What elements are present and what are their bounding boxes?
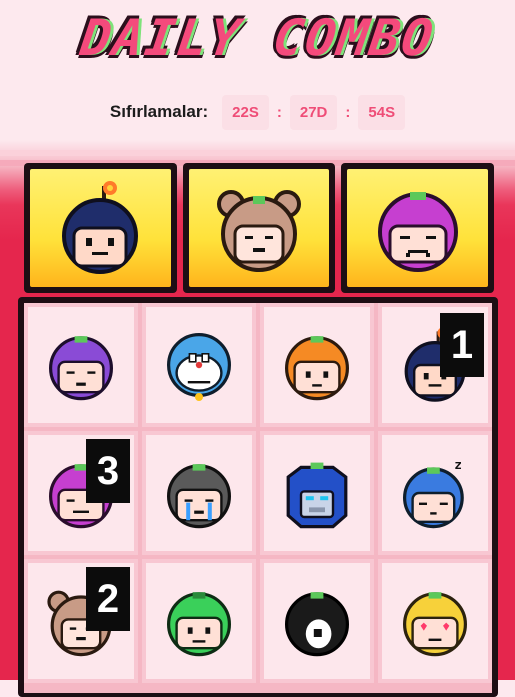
navy-bomb-head-icon <box>62 181 139 274</box>
grid-cell[interactable] <box>260 431 374 555</box>
page-title: DAILY COMBO <box>76 9 439 67</box>
page-title-banner: DAILY COMBO <box>0 4 515 72</box>
combo-slot-2[interactable] <box>182 163 336 293</box>
grid-cell[interactable] <box>260 303 374 427</box>
bear-hood-head-icon <box>217 190 301 272</box>
reset-timer: Sıfırlamalar: 22S : 27D : 54S <box>0 94 515 130</box>
grid-cell[interactable] <box>142 559 256 683</box>
grid-cell[interactable] <box>142 431 256 555</box>
timer-separator: : <box>345 103 351 121</box>
order-badge: 3 <box>86 439 130 503</box>
svg-text:z: z <box>454 458 462 473</box>
grid-cell[interactable] <box>378 559 492 683</box>
timer-label: Sıfırlamalar: <box>109 102 209 121</box>
grid-cell[interactable]: 1 <box>378 303 492 427</box>
panda-head-icon <box>285 592 349 657</box>
yellow-heart-eyes-head-icon <box>403 592 467 657</box>
magenta-sad-head-icon <box>377 192 458 272</box>
grid-cell[interactable] <box>260 559 374 683</box>
green-head-icon <box>167 592 231 657</box>
bg-stripe <box>0 150 515 156</box>
grid-cell[interactable]: 2 <box>24 559 138 683</box>
timer-separator: : <box>276 103 282 121</box>
grid-cell[interactable] <box>142 303 256 427</box>
character-grid: 1 3 z 2 <box>24 303 492 693</box>
order-badge: 2 <box>86 567 130 631</box>
orange-head-icon <box>285 336 349 401</box>
purple-angry-head-icon <box>49 336 113 401</box>
blue-sleeping-head-icon: z <box>403 458 464 529</box>
timer-hours: 22S <box>222 94 269 130</box>
gray-crying-head-icon <box>167 464 231 529</box>
grid-cell[interactable]: z <box>378 431 492 555</box>
combo-slot-1[interactable] <box>24 163 177 293</box>
combo-slots <box>24 163 495 293</box>
grid-cell[interactable]: 3 <box>24 431 138 555</box>
grid-cell[interactable] <box>24 303 138 427</box>
combo-slot-3[interactable] <box>341 163 495 293</box>
blue-cat-robot-head-icon <box>167 333 231 401</box>
timer-seconds: 54S <box>358 94 406 130</box>
order-badge: 1 <box>440 313 484 377</box>
timer-minutes: 27D <box>289 94 338 130</box>
blue-robot-helmet-head-icon <box>286 462 348 529</box>
